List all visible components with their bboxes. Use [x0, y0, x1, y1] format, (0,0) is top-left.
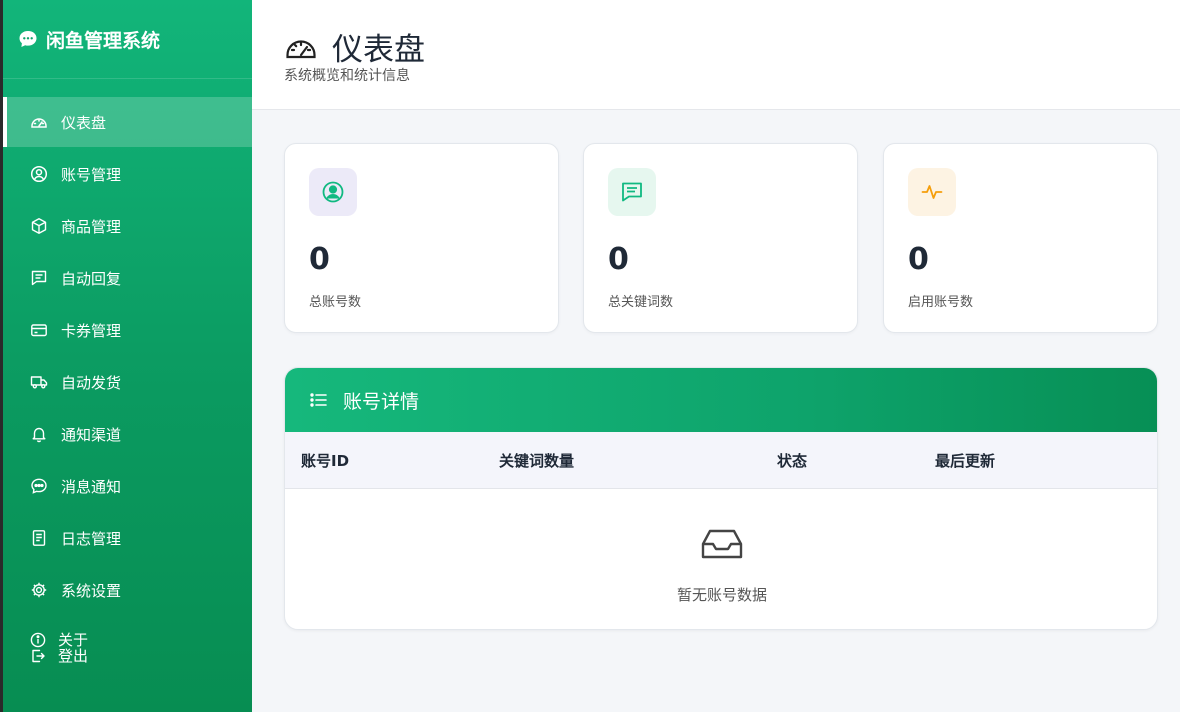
box-icon — [30, 217, 48, 235]
column-header-status[interactable]: 状态 — [777, 450, 807, 471]
sidebar-item-label: 日志管理 — [61, 529, 122, 548]
sidebar-item-logs[interactable]: 日志管理 — [3, 513, 252, 563]
stat-value: 0 — [908, 242, 929, 277]
sidebar-item-notify-channels[interactable]: 通知渠道 — [3, 409, 252, 459]
sidebar-footer: 关于 登出 — [30, 632, 88, 664]
sidebar-nav: 仪表盘 账号管理 商品管理 自动回复 卡券管理 自动发货 通知渠道 消息通知 日… — [3, 97, 252, 617]
sidebar-item-label: 关于 — [58, 631, 89, 649]
truck-icon — [30, 373, 48, 391]
gear-icon — [30, 581, 48, 599]
stat-card-total-accounts: 0 总账号数 — [284, 143, 559, 333]
chat-dots-icon — [30, 477, 48, 495]
page-header: 仪表盘 系统概览和统计信息 — [252, 0, 1180, 110]
sidebar-item-products[interactable]: 商品管理 — [3, 201, 252, 251]
list-icon — [309, 390, 329, 410]
gauge-icon — [30, 113, 48, 131]
app-brand[interactable]: 闲鱼管理系统 — [0, 0, 252, 79]
sidebar-item-label: 自动回复 — [61, 269, 122, 288]
page-subtitle: 系统概览和统计信息 — [284, 68, 410, 84]
sidebar-item-auto-delivery[interactable]: 自动发货 — [3, 357, 252, 407]
stat-label: 总账号数 — [309, 295, 362, 310]
pulse-icon — [908, 168, 956, 216]
stat-card-total-keywords: 0 总关键词数 — [583, 143, 858, 333]
panel-header: 账号详情 — [285, 368, 1157, 432]
sidebar-item-label: 通知渠道 — [61, 425, 122, 444]
column-header-keyword-count[interactable]: 关键词数量 — [499, 450, 574, 471]
table-header: 账号ID 关键词数量 状态 最后更新 — [285, 432, 1157, 489]
sidebar: 闲鱼管理系统 仪表盘 账号管理 商品管理 自动回复 卡券管理 自动发货 通知渠道… — [0, 0, 252, 712]
empty-state: 暂无账号数据 — [285, 489, 1157, 629]
sidebar-item-settings[interactable]: 系统设置 — [3, 565, 252, 615]
stat-value: 0 — [608, 242, 629, 277]
gauge-icon — [284, 30, 318, 64]
column-header-account-id[interactable]: 账号ID — [301, 450, 349, 471]
stat-value: 0 — [309, 242, 330, 277]
stat-card-active-accounts: 0 启用账号数 — [883, 143, 1158, 333]
document-icon — [30, 529, 48, 547]
sidebar-item-label: 卡券管理 — [61, 321, 122, 340]
sidebar-item-cards[interactable]: 卡券管理 — [3, 305, 252, 355]
sidebar-item-label: 消息通知 — [61, 477, 122, 496]
message-square-icon — [30, 269, 48, 287]
sidebar-item-label: 系统设置 — [61, 581, 122, 600]
sidebar-item-label: 仪表盘 — [61, 113, 107, 132]
stat-label: 启用账号数 — [908, 295, 974, 310]
inbox-icon — [701, 527, 743, 561]
logout-icon — [30, 648, 46, 664]
column-header-last-updated[interactable]: 最后更新 — [935, 450, 995, 471]
sidebar-item-dashboard[interactable]: 仪表盘 — [3, 97, 252, 147]
empty-state-text: 暂无账号数据 — [676, 586, 767, 604]
stat-label: 总关键词数 — [608, 295, 674, 310]
app-title: 闲鱼管理系统 — [46, 29, 161, 52]
sidebar-item-about[interactable]: 关于 — [30, 632, 88, 648]
sidebar-item-label: 登出 — [58, 647, 89, 665]
sidebar-item-label: 自动发货 — [61, 373, 122, 392]
panel-title: 账号详情 — [343, 390, 420, 413]
bell-icon — [30, 425, 48, 443]
sidebar-item-auto-reply[interactable]: 自动回复 — [3, 253, 252, 303]
sidebar-item-label: 商品管理 — [61, 217, 122, 236]
sidebar-item-accounts[interactable]: 账号管理 — [3, 149, 252, 199]
chat-bubble-icon — [18, 29, 38, 49]
sidebar-item-message-notify[interactable]: 消息通知 — [3, 461, 252, 511]
user-circle-icon — [30, 165, 48, 183]
accounts-panel: 账号详情 账号ID 关键词数量 状态 最后更新 暂无账号数据 — [284, 367, 1158, 630]
chat-lines-icon — [608, 168, 656, 216]
info-icon — [30, 632, 46, 648]
sidebar-item-logout[interactable]: 登出 — [30, 648, 88, 664]
page-title: 仪表盘 — [284, 24, 425, 69]
sidebar-item-label: 账号管理 — [61, 165, 122, 184]
page-title-text: 仪表盘 — [332, 32, 425, 68]
user-circle-icon — [309, 168, 357, 216]
card-icon — [30, 321, 48, 339]
